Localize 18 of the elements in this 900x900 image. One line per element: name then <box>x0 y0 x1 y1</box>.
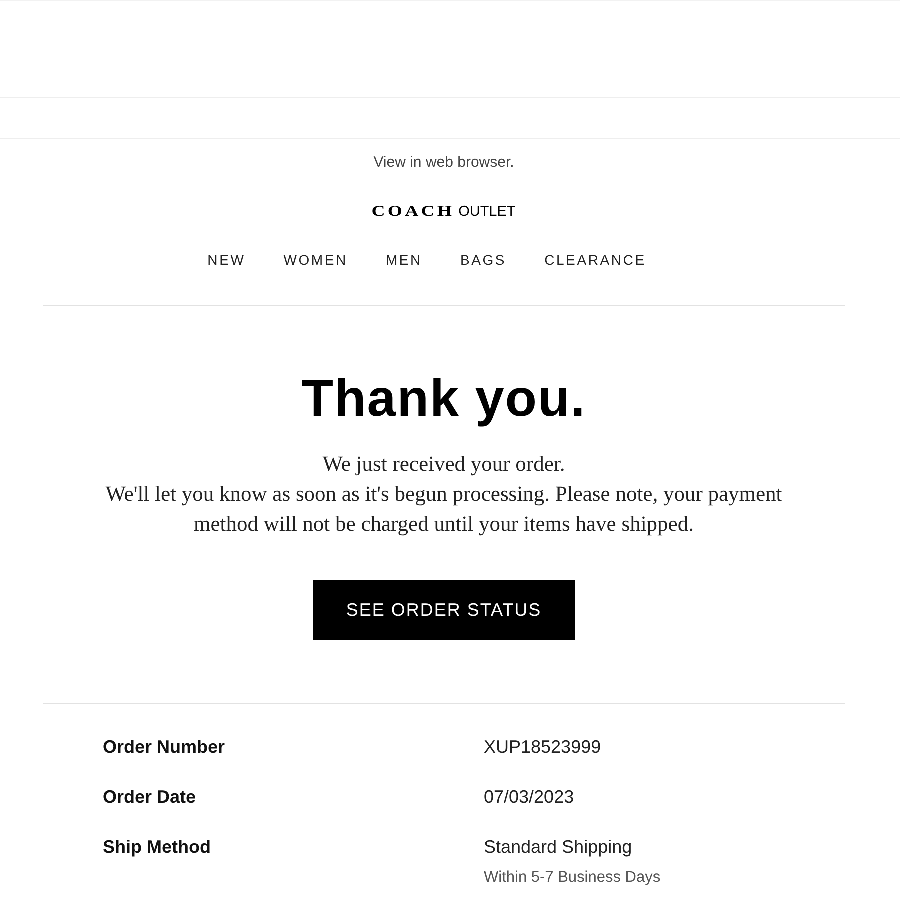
nav-link[interactable]: NEW <box>208 251 246 269</box>
detail-label: Order Date <box>103 786 196 808</box>
see-order-status-button[interactable]: SEE ORDER STATUS <box>313 580 575 640</box>
detail-label: Order Number <box>103 736 226 758</box>
nav-link[interactable]: CLEARANCE <box>544 251 646 269</box>
detail-label: Ship Method <box>103 836 211 858</box>
nav-link[interactable]: WOMEN <box>284 251 348 269</box>
brand-logo[interactable]: COACH OUTLET <box>372 204 516 220</box>
detail-value: XUP18523999 <box>484 736 602 758</box>
confirmation-message: We just received your order. <box>322 451 566 478</box>
nav-link[interactable]: MEN <box>386 251 422 269</box>
detail-note: Within 5-7 Business Days <box>484 869 661 887</box>
thank-you-heading: Thank you. <box>302 369 586 429</box>
confirmation-message: We'll let you know as soon as it's begun processing. Please note, your payment method will not be charged until your items have shipped. <box>104 481 784 538</box>
view-in-browser-link[interactable]: View in web browser. <box>374 154 514 172</box>
detail-value: Standard Shipping <box>484 836 632 858</box>
nav-link[interactable]: BAGS <box>460 251 507 269</box>
detail-value: 07/03/2023 <box>484 786 574 808</box>
